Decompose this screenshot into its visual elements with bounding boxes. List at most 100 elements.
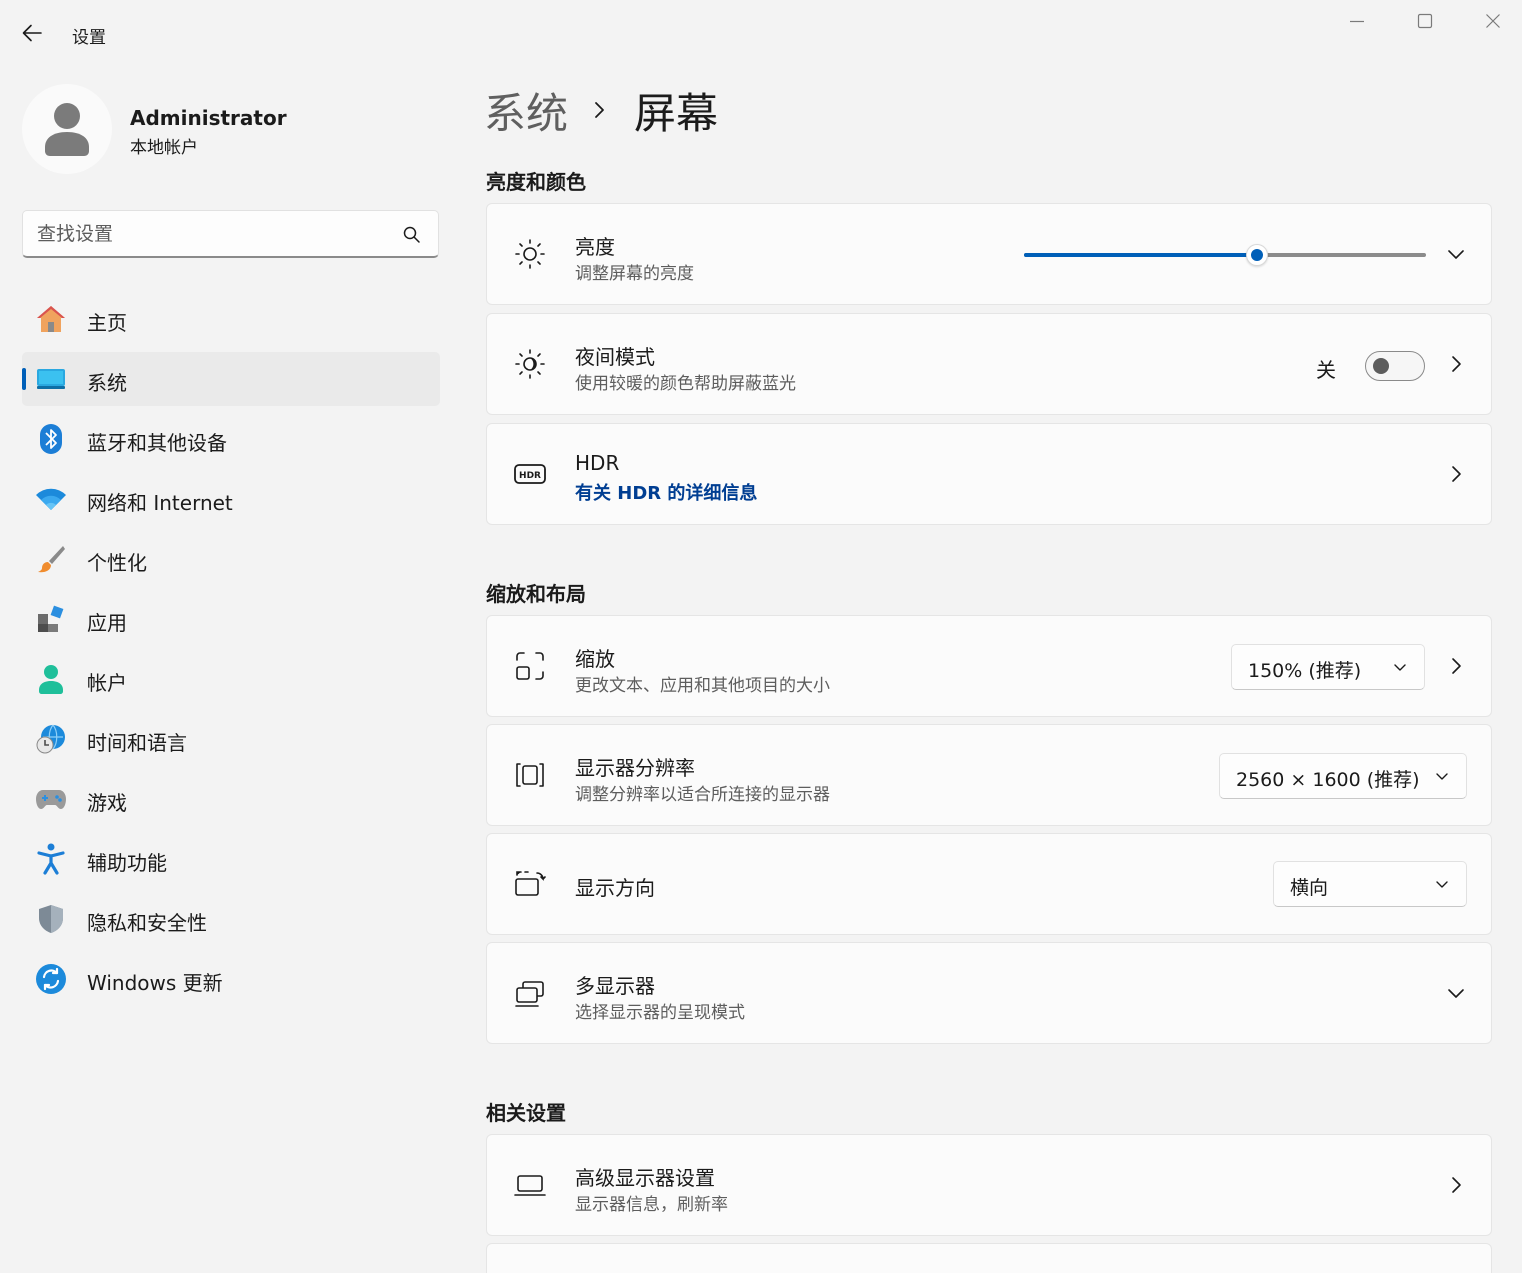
sidebar-item-bluetooth[interactable]: 蓝牙和其他设备	[22, 412, 440, 466]
scale-selected-value: 150% (推荐)	[1248, 660, 1362, 682]
section-title-scale-layout: 缩放和布局	[486, 582, 586, 606]
sidebar-item-personalization[interactable]: 个性化	[22, 532, 440, 586]
night-light-icon	[513, 347, 547, 381]
night-light-title: 夜间模式	[575, 345, 655, 369]
night-light-card[interactable]: 夜间模式 使用较暖的颜色帮助屏蔽蓝光 关	[486, 313, 1492, 415]
apps-icon	[35, 603, 67, 635]
svg-text:HDR: HDR	[519, 471, 541, 481]
sidebar-item-system[interactable]: 系统	[22, 352, 440, 406]
orientation-title: 显示方向	[575, 876, 655, 900]
orientation-icon	[513, 867, 547, 901]
expand-button[interactable]	[1445, 243, 1467, 265]
sidebar-item-time-language[interactable]: 时间和语言	[22, 712, 440, 766]
breadcrumb-parent[interactable]: 系统	[484, 80, 568, 141]
scale-subtitle: 更改文本、应用和其他项目的大小	[575, 676, 830, 696]
sidebar-item-home[interactable]: 主页	[22, 292, 440, 346]
close-button[interactable]	[1470, 6, 1516, 36]
multi-display-icon	[513, 976, 547, 1010]
back-arrow-icon	[22, 24, 42, 42]
search-input[interactable]	[37, 220, 397, 248]
sidebar-item-label: 应用	[87, 611, 127, 635]
chevron-right-icon	[595, 102, 604, 118]
resolution-title: 显示器分辨率	[575, 756, 695, 780]
close-icon	[1486, 14, 1500, 28]
next-related-card[interactable]	[486, 1243, 1492, 1273]
search-icon[interactable]	[402, 225, 422, 245]
brightness-card[interactable]: 亮度 调整屏幕的亮度	[486, 203, 1492, 305]
orientation-dropdown[interactable]: 横向	[1273, 861, 1467, 907]
title-bar: 设置	[0, 0, 1522, 66]
sidebar-item-label: 辅助功能	[87, 851, 167, 875]
slider-thumb[interactable]	[1246, 244, 1269, 266]
night-light-toggle[interactable]	[1365, 351, 1425, 381]
chevron-down-icon	[1436, 881, 1448, 888]
gamepad-icon	[35, 783, 67, 815]
night-light-subtitle: 使用较暖的颜色帮助屏蔽蓝光	[575, 374, 796, 394]
sidebar-item-apps[interactable]: 应用	[22, 592, 440, 646]
system-icon	[35, 363, 67, 395]
toggle-knob	[1373, 358, 1389, 374]
chevron-down-icon	[1394, 664, 1406, 671]
sidebar-item-label: 帐户	[87, 671, 127, 695]
accessibility-icon	[35, 843, 67, 875]
back-button[interactable]	[18, 20, 46, 46]
sidebar-item-label: 主页	[87, 311, 127, 335]
sidebar-item-label: 个性化	[87, 551, 147, 575]
multi-display-subtitle: 选择显示器的呈现模式	[575, 1003, 745, 1023]
update-icon	[35, 963, 67, 995]
minimize-icon	[1350, 20, 1364, 23]
hdr-info-link[interactable]: 有关 HDR 的详细信息	[575, 479, 757, 505]
sidebar-item-label: 网络和 Internet	[87, 491, 233, 515]
sidebar-item-label: 游戏	[87, 791, 127, 815]
wifi-icon	[35, 483, 67, 515]
maximize-button[interactable]	[1402, 6, 1448, 36]
resolution-selected-value: 2560 × 1600 (推荐)	[1236, 769, 1420, 791]
slider-fill	[1024, 253, 1258, 257]
sidebar-item-windows-update[interactable]: Windows 更新	[22, 952, 440, 1006]
hdr-card[interactable]: HDR HDR 有关 HDR 的详细信息	[486, 423, 1492, 525]
search-box[interactable]	[22, 210, 439, 258]
page-title: 屏幕	[634, 88, 719, 138]
sidebar-item-network[interactable]: 网络和 Internet	[22, 472, 440, 526]
sidebar-item-label: 蓝牙和其他设备	[87, 431, 227, 455]
hdr-open-button[interactable]	[1445, 463, 1467, 485]
avatar[interactable]	[22, 84, 112, 174]
sidebar-item-privacy[interactable]: 隐私和安全性	[22, 892, 440, 946]
brightness-title: 亮度	[575, 235, 615, 259]
app-title: 设置	[72, 28, 106, 48]
section-title-related: 相关设置	[486, 1101, 566, 1125]
scale-icon	[513, 649, 547, 683]
sidebar-item-label: 隐私和安全性	[87, 911, 207, 935]
scale-card[interactable]: 缩放 更改文本、应用和其他项目的大小 150% (推荐)	[486, 615, 1492, 717]
sidebar-item-gaming[interactable]: 游戏	[22, 772, 440, 826]
night-light-open-button[interactable]	[1445, 353, 1467, 375]
sidebar-item-label: 时间和语言	[87, 731, 187, 755]
sidebar-item-accounts[interactable]: 帐户	[22, 652, 440, 706]
resolution-dropdown[interactable]: 2560 × 1600 (推荐)	[1219, 753, 1467, 799]
scale-dropdown[interactable]: 150% (推荐)	[1231, 644, 1425, 690]
minimize-button[interactable]	[1334, 6, 1380, 36]
sidebar-nav: 主页 系统 蓝牙和其他设备 网络和 Internet 个性化 应用 帐户 时间和…	[22, 292, 440, 1012]
chevron-right-icon	[1452, 658, 1461, 674]
hdr-title: HDR	[575, 451, 620, 475]
brightness-slider[interactable]	[1024, 244, 1426, 266]
advanced-display-card[interactable]: 高级显示器设置 显示器信息，刷新率	[486, 1134, 1492, 1236]
user-icon	[45, 103, 89, 156]
scale-open-button[interactable]	[1445, 655, 1467, 677]
section-title-brightness-color: 亮度和颜色	[486, 170, 586, 194]
time-language-icon	[35, 723, 67, 755]
hdr-icon: HDR	[513, 457, 547, 491]
chevron-down-icon	[1448, 250, 1464, 259]
sidebar-item-accessibility[interactable]: 辅助功能	[22, 832, 440, 886]
sidebar-item-label: Windows 更新	[87, 971, 223, 995]
expand-button[interactable]	[1445, 982, 1467, 1004]
multi-display-card[interactable]: 多显示器 选择显示器的呈现模式	[486, 942, 1492, 1044]
chevron-right-icon	[1452, 1177, 1461, 1193]
resolution-subtitle: 调整分辨率以适合所连接的显示器	[575, 785, 830, 805]
chevron-right-icon	[1452, 356, 1461, 372]
account-type: 本地帐户	[130, 138, 198, 158]
bluetooth-icon	[35, 423, 67, 455]
chevron-down-icon	[1436, 773, 1448, 780]
multi-display-title: 多显示器	[575, 974, 655, 998]
advanced-display-open-button[interactable]	[1445, 1174, 1467, 1196]
